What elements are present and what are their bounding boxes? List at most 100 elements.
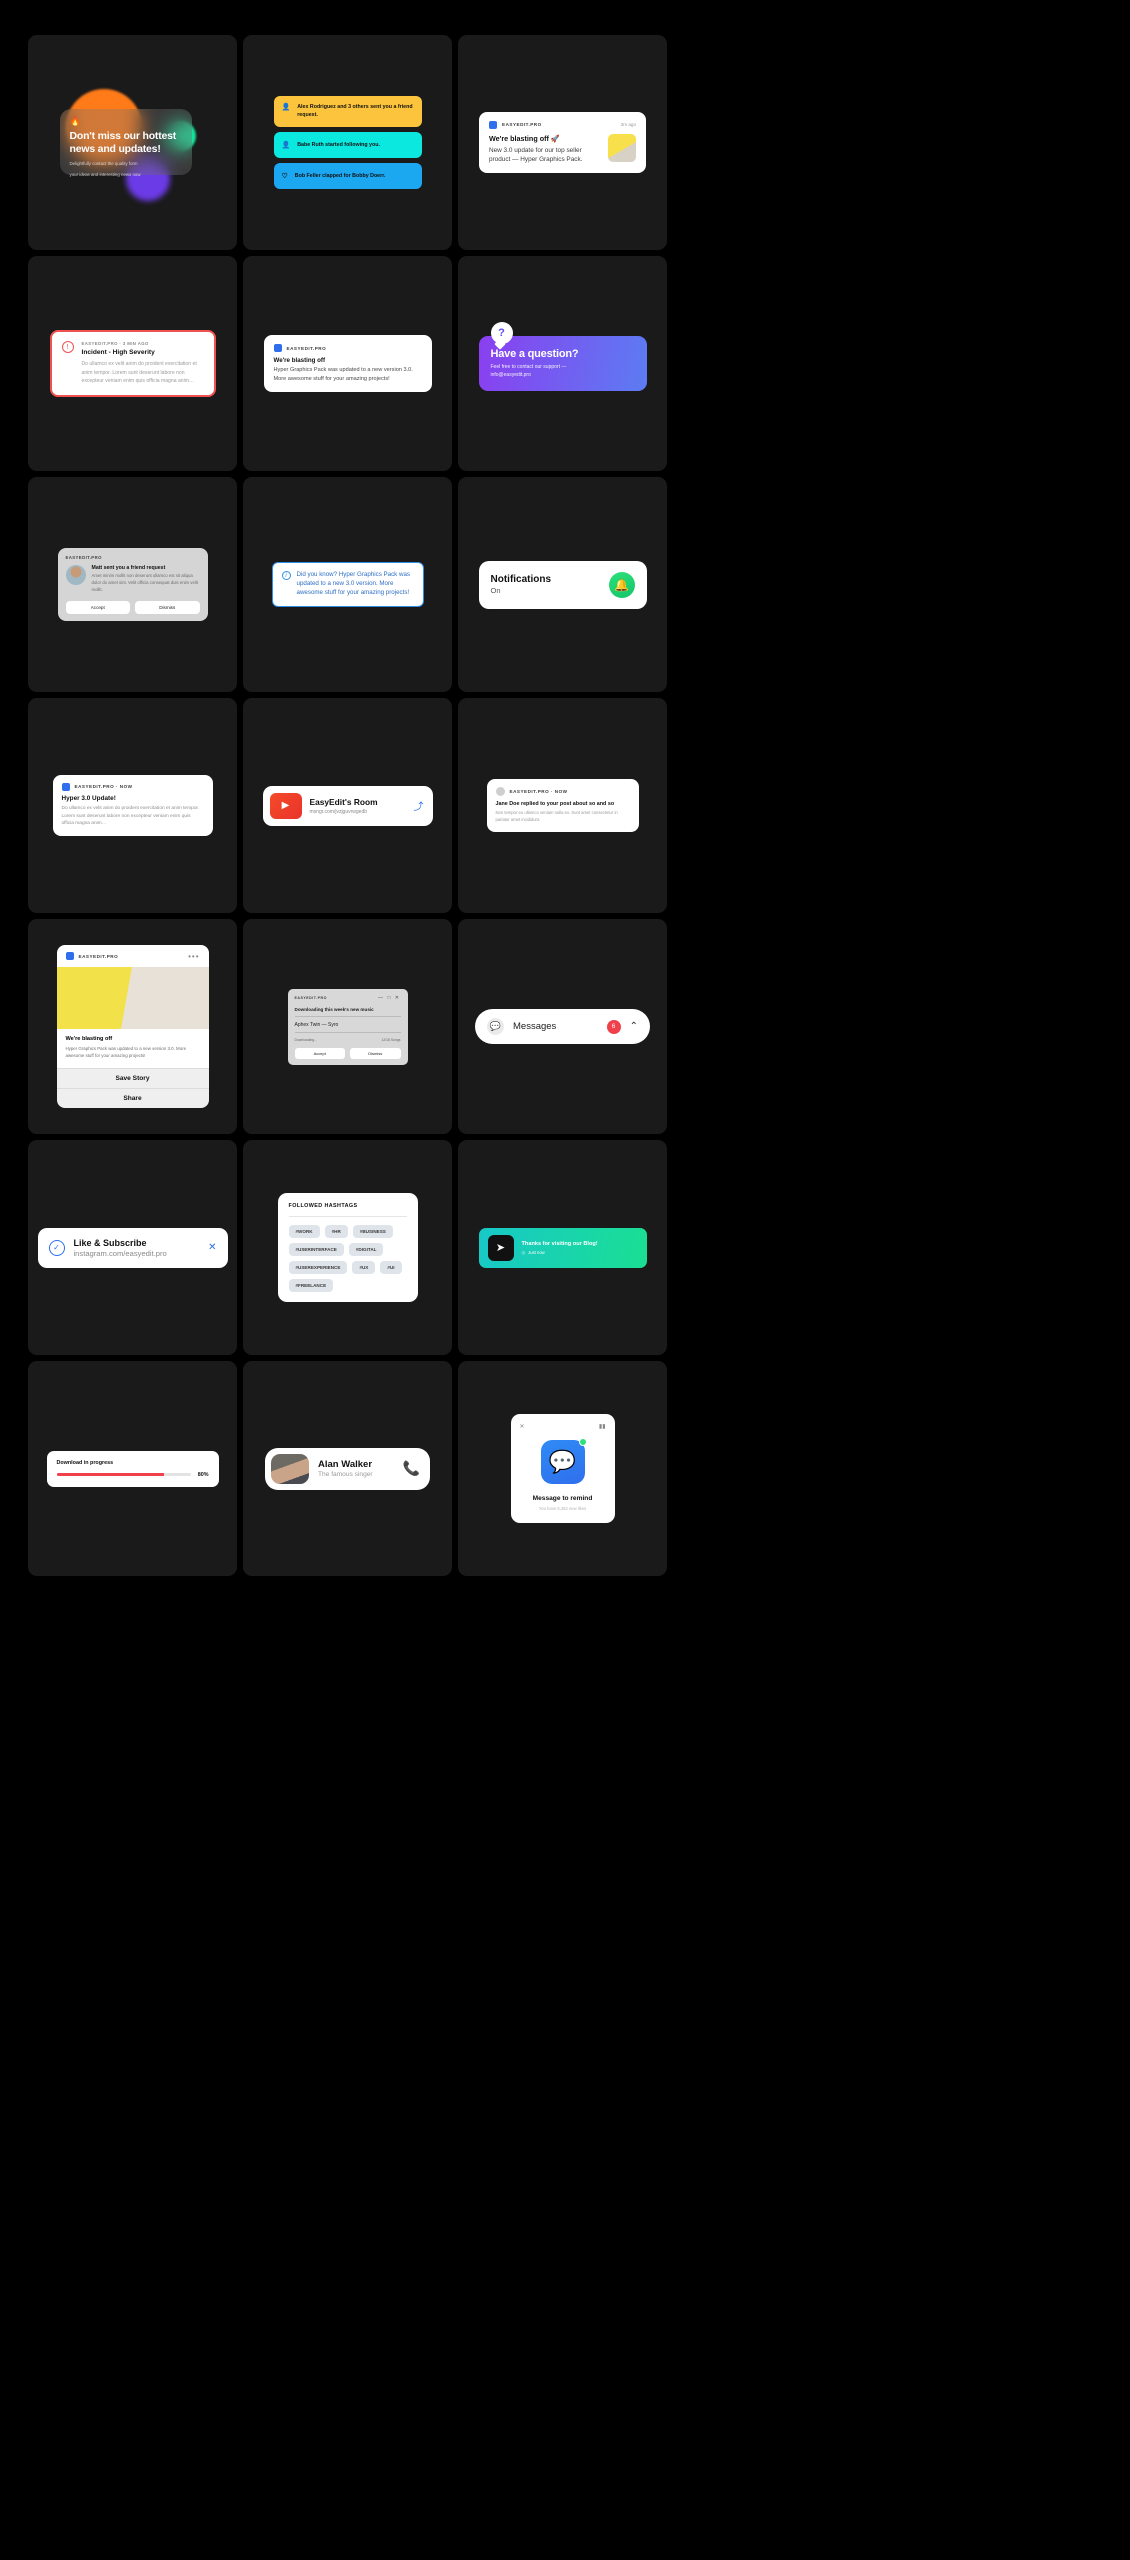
dismiss-button[interactable]: Dismiss: [350, 1047, 401, 1059]
card-blasting-plain[interactable]: EASYEDIT.PRO We're blasting off Hyper Gr…: [243, 256, 452, 471]
hashtag-chip[interactable]: #FREELANCE: [288, 1279, 334, 1292]
brand-label: EASYEDIT.PRO · NOW: [509, 789, 568, 795]
card-did-you-know[interactable]: i Did you know? Hyper Graphics Pack was …: [243, 477, 452, 692]
messages-row[interactable]: 💬 Messages 6 ⌃: [475, 1009, 650, 1044]
hashtag-chip[interactable]: #DIGITAL: [348, 1243, 384, 1256]
hashtag-chip[interactable]: #WORK: [288, 1225, 320, 1238]
hot-news-sub1: Delightfully contact the quality form: [69, 160, 138, 166]
card-blasting-off[interactable]: EASYEDIT.PRO 3m ago We're blasting off 🚀…: [458, 35, 667, 250]
did-you-know-notification[interactable]: i Did you know? Hyper Graphics Pack was …: [271, 562, 424, 607]
signal-icon: ▮▮: [598, 1424, 606, 1430]
question-body-1: Feel free to contact our support —: [490, 364, 567, 371]
incident-body: Do ullamco ex velit anim do proident exe…: [81, 361, 197, 385]
story-header: EASYEDIT.PRO •••: [56, 944, 209, 1029]
blasting-plain-body: Hyper Graphics Pack was updated to a new…: [273, 367, 413, 382]
hashtag-chip[interactable]: #BUSINESS: [352, 1225, 393, 1238]
card-story[interactable]: EASYEDIT.PRO ••• We're blasting off Hype…: [28, 919, 237, 1134]
hashtag-chip[interactable]: #USEREXPERIENCE: [288, 1261, 348, 1274]
close-icon[interactable]: ✕: [520, 1423, 525, 1430]
share-icon[interactable]: ⤴: [414, 798, 424, 813]
card-notifications-toggle[interactable]: Notifications On 🔔: [458, 477, 667, 692]
bell-icon[interactable]: 🔔: [608, 571, 635, 598]
hashtag-chip[interactable]: #UX: [352, 1261, 376, 1274]
card-pill-notifications[interactable]: 👤 Alex Rodriguez and 3 others sent you a…: [243, 35, 452, 250]
chevron-up-icon[interactable]: ⌃: [630, 1021, 638, 1032]
blasting-notification[interactable]: EASYEDIT.PRO 3m ago We're blasting off 🚀…: [479, 111, 646, 174]
person-add-icon: 👤: [281, 104, 291, 112]
content-row: We're blasting off 🚀 New 3.0 update for …: [489, 133, 636, 165]
hashtag-chip[interactable]: #HR: [324, 1225, 348, 1238]
card-alan-walker[interactable]: Alan Walker The famous singer 📞: [243, 1361, 452, 1576]
phone-icon[interactable]: 📞: [403, 1460, 420, 1477]
music-status-left: Downloading…: [294, 1037, 318, 1042]
card-hashtags[interactable]: FOLLOWED HASHTAGS #WORK #HR #BUSINESS #U…: [243, 1140, 452, 1355]
card-friend-request[interactable]: EASYEDIT.PRO Matt sent you a friend requ…: [28, 477, 237, 692]
card-hyper-update[interactable]: EASYEDIT.PRO · NOW Hyper 3.0 Update! Do …: [28, 698, 237, 913]
question-mark-icon: ?: [490, 322, 513, 345]
messages-count-badge: 6: [606, 1019, 621, 1034]
card-thanks[interactable]: ➤ Thanks for visiting our Blog! ◷ Just n…: [458, 1140, 667, 1355]
app-icon: [489, 120, 497, 129]
brand-row: EASYEDIT.PRO · NOW: [495, 787, 630, 797]
progress-row: 80%: [56, 1472, 209, 1478]
pill-clap[interactable]: ♡ Bob Feller clapped for Bobby Doerr.: [273, 162, 422, 189]
jane-doe-body: Non tempor eu ullamco veniam nulla ex. S…: [495, 810, 618, 822]
question-body-2: info@easyedit.pro: [490, 372, 531, 378]
card-subscribe[interactable]: ✓ Like & Subscribe instagram.com/easyedi…: [28, 1140, 237, 1355]
hashtags-header: FOLLOWED HASHTAGS: [288, 1203, 407, 1217]
music-status-right: 12/18 Songs: [381, 1037, 401, 1042]
blasting-plain-notification[interactable]: EASYEDIT.PRO We're blasting off Hyper Gr…: [263, 335, 432, 392]
message-remind-notification[interactable]: ✕ ▮▮ 💬 Message to remind You have 5,452 …: [510, 1414, 615, 1523]
card-music-download[interactable]: EASYEDIT.PRO — □ ✕ Downloading this week…: [243, 919, 452, 1134]
brand-label: EASYEDIT.PRO: [65, 555, 102, 561]
window-titlebar: EASYEDIT.PRO — □ ✕: [295, 995, 401, 1001]
music-window[interactable]: EASYEDIT.PRO — □ ✕ Downloading this week…: [287, 988, 408, 1065]
hyper-update-notification[interactable]: EASYEDIT.PRO · NOW Hyper 3.0 Update! Do …: [52, 774, 213, 836]
glass-stack: 🔥 Don't miss our hottest news and update…: [48, 83, 218, 203]
download-notification[interactable]: Download in progress 80%: [46, 1450, 219, 1487]
story-notification[interactable]: EASYEDIT.PRO ••• We're blasting off Hype…: [56, 944, 209, 1109]
card-message-remind[interactable]: ✕ ▮▮ 💬 Message to remind You have 5,452 …: [458, 1361, 667, 1576]
card-download[interactable]: Download in progress 80%: [28, 1361, 237, 1576]
blasting-plain-title: We're blasting off: [273, 357, 326, 365]
brand-label: EASYEDIT.PRO · NOW: [74, 784, 133, 790]
card-messages[interactable]: 💬 Messages 6 ⌃: [458, 919, 667, 1134]
more-options-icon[interactable]: •••: [188, 952, 199, 961]
room-notification[interactable]: ▶ EasyEdit's Room msngr.com/jvzjguvrwged…: [262, 785, 433, 826]
pill-text: Bob Feller clapped for Bobby Doerr.: [294, 172, 386, 179]
heart-icon: ♡: [281, 172, 288, 180]
hyper-update-body: Do ullamco ex velit anim do proident exe…: [61, 805, 200, 827]
notifications-row[interactable]: Notifications On 🔔: [478, 560, 647, 609]
friend-request-body: Amet minim mollit non deserunt ullamco e…: [91, 573, 198, 592]
jane-doe-notification[interactable]: EASYEDIT.PRO · NOW Jane Doe replied to y…: [486, 779, 639, 832]
friend-request-notification[interactable]: EASYEDIT.PRO Matt sent you a friend requ…: [57, 548, 208, 621]
card-hot-news[interactable]: 🔥 Don't miss our hottest news and update…: [28, 35, 237, 250]
blasting-title: We're blasting off 🚀: [489, 133, 560, 143]
accept-button[interactable]: Accept: [65, 600, 130, 614]
card-jane-doe[interactable]: EASYEDIT.PRO · NOW Jane Doe replied to y…: [458, 698, 667, 913]
save-story-button[interactable]: Save Story: [56, 1068, 209, 1089]
brand-label: EASYEDIT.PRO: [502, 122, 542, 128]
music-track: Aphex Twin — Syro: [294, 1022, 401, 1033]
window-controls[interactable]: — □ ✕: [378, 995, 401, 1001]
glass-notification[interactable]: 🔥 Don't miss our hottest news and update…: [59, 108, 192, 177]
call-notification[interactable]: Alan Walker The famous singer 📞: [265, 1447, 430, 1490]
timestamp: 3m ago: [620, 122, 636, 128]
card-question[interactable]: ? Have a question? Feel free to contact …: [458, 256, 667, 471]
card-room[interactable]: ▶ EasyEdit's Room msngr.com/jvzjguvrwged…: [243, 698, 452, 913]
pill-list: 👤 Alex Rodriguez and 3 others sent you a…: [273, 96, 422, 189]
thanks-notification[interactable]: ➤ Thanks for visiting our Blog! ◷ Just n…: [478, 1227, 647, 1268]
remind-title: Message to remind: [532, 1495, 593, 1502]
dismiss-button[interactable]: Dismiss: [135, 600, 200, 614]
share-button[interactable]: Share: [56, 1088, 209, 1109]
hashtag-chip[interactable]: #UI: [380, 1261, 402, 1274]
brand-label: EASYEDIT.PRO: [286, 345, 327, 351]
close-icon[interactable]: ✕: [208, 1242, 216, 1253]
pill-friend-request[interactable]: 👤 Alex Rodriguez and 3 others sent you a…: [273, 96, 422, 127]
pill-follow[interactable]: 👤 Babe Ruth started following you.: [273, 131, 422, 158]
accept-button[interactable]: Accept: [294, 1047, 345, 1059]
incident-notification[interactable]: ! EASYEDIT.PRO · 3 MIN AGO Incident - Hi…: [49, 330, 216, 397]
subscribe-notification[interactable]: ✓ Like & Subscribe instagram.com/easyedi…: [37, 1227, 228, 1268]
card-incident[interactable]: ! EASYEDIT.PRO · 3 MIN AGO Incident - Hi…: [28, 256, 237, 471]
hashtag-chip[interactable]: #USERINTERFACE: [288, 1243, 344, 1256]
